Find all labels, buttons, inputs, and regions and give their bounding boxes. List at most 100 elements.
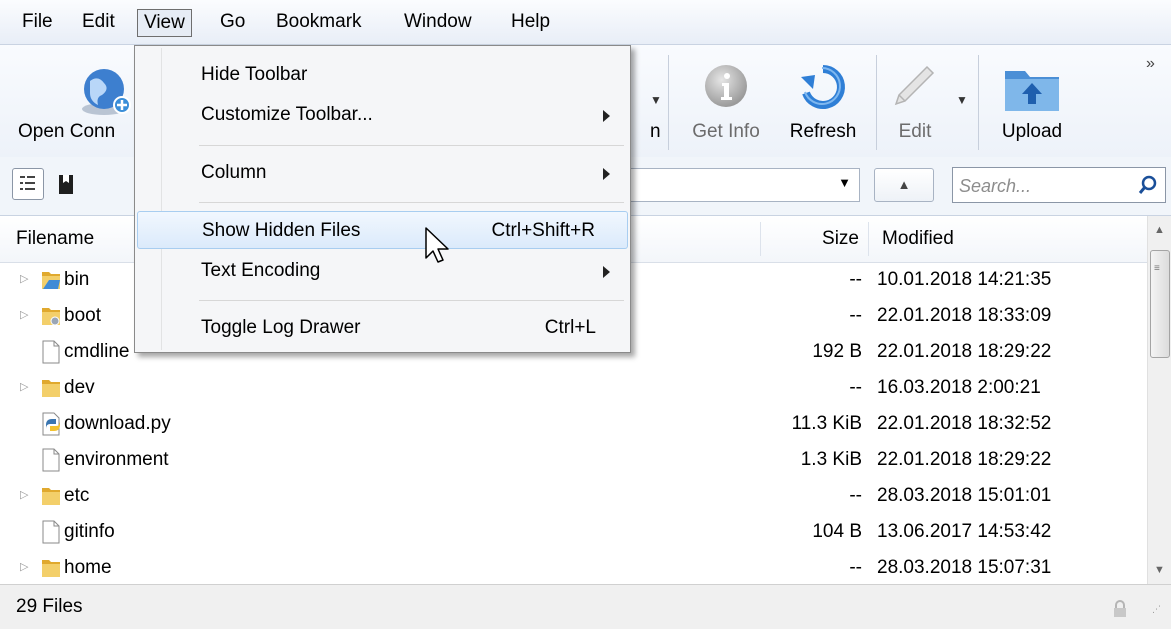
file-size: 11.3 KiB	[791, 413, 862, 434]
column-header-size[interactable]: Size	[822, 216, 859, 262]
file-size: --	[849, 485, 862, 506]
open-connection-button[interactable]: Open Conn	[0, 45, 140, 157]
file-modified: 28.03.2018 15:01:01	[877, 485, 1052, 506]
search-field[interactable]	[952, 167, 1166, 203]
menu-item-label: Hide Toolbar	[201, 64, 308, 85]
refresh-icon	[801, 65, 845, 109]
menu-item-text-encoding[interactable]: Text Encoding	[137, 252, 628, 290]
file-name: etc	[64, 485, 90, 506]
partial-toolbar-label: n	[650, 121, 661, 142]
expand-triangle-icon[interactable]: ▷	[20, 560, 28, 573]
file-name: dev	[64, 377, 95, 398]
python-file-icon	[42, 412, 60, 436]
refresh-label: Refresh	[789, 121, 857, 142]
file-size: --	[849, 305, 862, 326]
file-name: home	[64, 557, 112, 578]
file-name: bin	[64, 269, 90, 290]
chevron-down-icon: ▼	[838, 175, 851, 190]
toolbar-separator	[978, 55, 979, 150]
file-name: environment	[64, 449, 169, 470]
browser-view-button[interactable]	[12, 168, 44, 200]
pencil-icon	[894, 65, 935, 106]
column-header-filename[interactable]: Filename	[16, 216, 94, 262]
edit-button[interactable]: Edit	[880, 45, 950, 157]
toolbar-dropdown-caret-icon[interactable]: ▼	[650, 93, 662, 107]
file-row[interactable]: environment 1.3 KiB 22.01.2018 18:29:22	[0, 442, 1147, 478]
toolbar-overflow-icon[interactable]: »	[1146, 55, 1155, 73]
menu-window[interactable]: Window	[398, 9, 478, 37]
file-name: boot	[64, 305, 101, 326]
menu-file[interactable]: File	[16, 9, 59, 37]
file-row[interactable]: ▷ home -- 28.03.2018 15:07:31	[0, 550, 1147, 584]
search-icon	[1138, 175, 1157, 194]
menu-go[interactable]: Go	[214, 9, 251, 37]
document-icon	[42, 340, 60, 364]
menu-item-shortcut: Ctrl+L	[544, 317, 596, 338]
toolbar-separator	[668, 55, 669, 150]
status-bar: 29 Files ⋰	[0, 584, 1171, 629]
menu-item-hide-toolbar[interactable]: Hide Toolbar	[137, 56, 628, 94]
expand-triangle-icon[interactable]: ▷	[20, 272, 28, 285]
file-modified: 22.01.2018 18:29:22	[877, 449, 1052, 470]
menu-item-column[interactable]: Column	[137, 154, 628, 192]
path-dropdown[interactable]: ▼	[628, 168, 860, 202]
bookmark-icon	[59, 175, 73, 194]
document-icon	[42, 448, 60, 472]
menu-view[interactable]: View	[137, 9, 192, 37]
expand-triangle-icon[interactable]: ▷	[20, 380, 28, 393]
expand-triangle-icon[interactable]: ▷	[20, 308, 28, 321]
mouse-cursor-icon	[425, 227, 449, 263]
expand-triangle-icon[interactable]: ▷	[20, 488, 28, 501]
menu-item-label: Column	[201, 162, 267, 183]
lock-icon	[1114, 600, 1126, 617]
scrollbar-thumb[interactable]	[1150, 250, 1170, 358]
menu-help[interactable]: Help	[505, 9, 556, 37]
status-text: 29 Files	[16, 596, 83, 617]
toolbar-separator	[876, 55, 877, 150]
file-row[interactable]: ▷ dev -- 16.03.2018 2:00:21	[0, 370, 1147, 406]
column-divider[interactable]	[760, 222, 761, 256]
search-input[interactable]	[957, 171, 1131, 201]
scroll-up-icon[interactable]: ▲	[1154, 224, 1165, 236]
upload-label: Upload	[1001, 121, 1063, 142]
vertical-scrollbar[interactable]: ▲ ≡ ▼	[1147, 216, 1171, 584]
file-modified: 13.06.2017 14:53:42	[877, 521, 1052, 542]
bookmarks-button[interactable]	[50, 168, 82, 200]
submenu-arrow-icon	[603, 266, 610, 278]
menu-separator	[199, 300, 624, 301]
parent-directory-button[interactable]: ▲	[874, 168, 934, 202]
submenu-arrow-icon	[603, 110, 610, 122]
folder-icon	[42, 380, 60, 397]
file-size: --	[849, 557, 862, 578]
info-icon	[705, 65, 747, 107]
file-row[interactable]: ▷ etc -- 28.03.2018 15:01:01	[0, 478, 1147, 514]
view-menu-dropdown: Hide Toolbar Customize Toolbar... Column…	[134, 45, 631, 353]
file-row[interactable]: download.py 11.3 KiB 22.01.2018 18:32:52	[0, 406, 1147, 442]
menu-item-customize-toolbar[interactable]: Customize Toolbar...	[137, 96, 628, 134]
scroll-down-icon[interactable]: ▼	[1154, 564, 1165, 576]
column-header-modified[interactable]: Modified	[882, 216, 954, 262]
folder-icon	[42, 560, 60, 577]
refresh-button[interactable]: Refresh	[778, 45, 868, 157]
menu-item-label: Toggle Log Drawer	[201, 317, 361, 338]
menu-item-label: Text Encoding	[201, 260, 321, 281]
menu-item-show-hidden-files[interactable]: Show Hidden Files Ctrl+Shift+R	[137, 211, 628, 249]
get-info-label: Get Info	[692, 121, 760, 142]
file-row[interactable]: gitinfo 104 B 13.06.2017 14:53:42	[0, 514, 1147, 550]
menu-item-toggle-log-drawer[interactable]: Toggle Log Drawer Ctrl+L	[137, 309, 628, 347]
upload-button[interactable]: Upload	[988, 45, 1076, 157]
get-info-button[interactable]: Get Info	[680, 45, 772, 157]
edit-dropdown-caret-icon[interactable]: ▼	[956, 93, 968, 107]
file-modified: 22.01.2018 18:29:22	[877, 341, 1052, 362]
arrow-up-icon: ▲	[897, 177, 911, 192]
menu-edit[interactable]: Edit	[76, 9, 121, 37]
file-size: 1.3 KiB	[800, 449, 862, 470]
file-modified: 10.01.2018 14:21:35	[877, 269, 1052, 290]
menubar: File Edit View Go Bookmark Window Help	[0, 0, 1171, 45]
column-divider[interactable]	[868, 222, 869, 256]
file-name: cmdline	[64, 341, 130, 362]
menu-bookmark[interactable]: Bookmark	[270, 9, 368, 37]
folder-icon	[42, 488, 60, 505]
resize-grip-icon[interactable]: ⋰	[1152, 605, 1161, 614]
folder-icon	[42, 308, 60, 326]
